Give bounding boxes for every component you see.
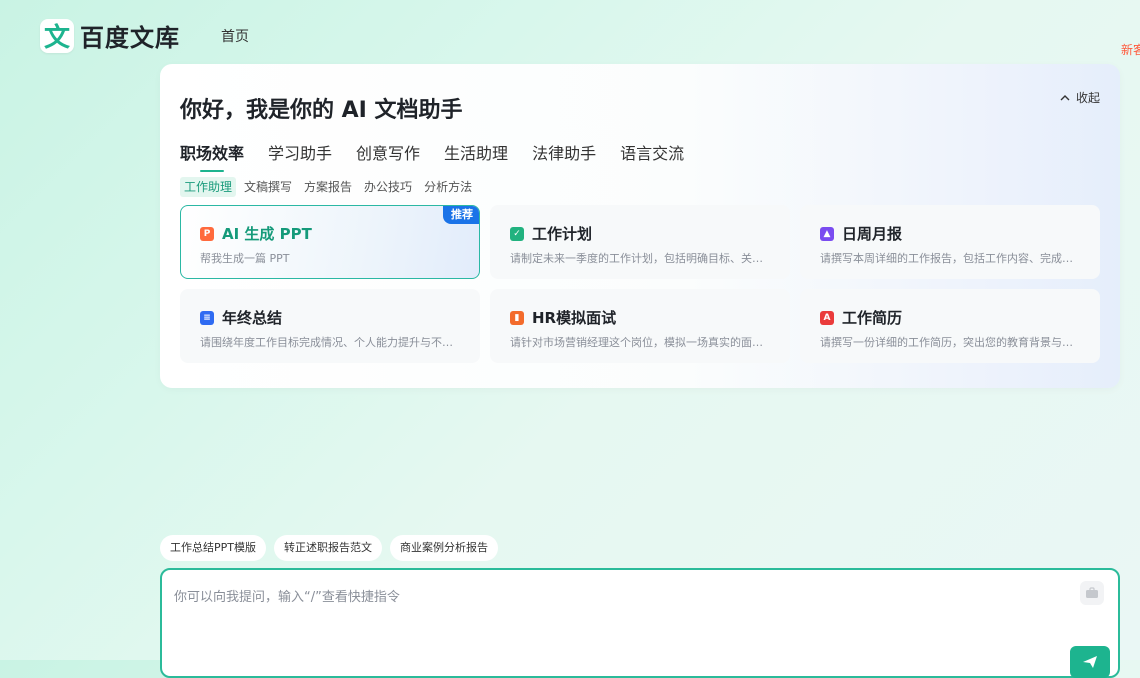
card-resume[interactable]: A 工作简历 请撰写一份详细的工作简历，突出您的教育背景与工作经历 xyxy=(800,289,1100,363)
subtab-writing[interactable]: 文稿撰写 xyxy=(240,177,296,197)
suggestion-chip[interactable]: 商业案例分析报告 xyxy=(390,535,498,561)
report-icon: ▲ xyxy=(820,226,834,241)
send-button[interactable] xyxy=(1070,646,1110,678)
card-desc: 请撰写一份详细的工作简历，突出您的教育背景与工作经历 xyxy=(820,336,1080,349)
card-desc: 请针对市场营销经理这个岗位，模拟一场真实的面试场景 xyxy=(510,336,770,349)
prompt-cards: 推荐 P AI 生成 PPT 帮我生成一篇 PPT ✓ 工作计划 请制定未来一季… xyxy=(180,205,1100,363)
logo[interactable]: 文 百度文库 xyxy=(40,18,180,53)
card-title: HR模拟面试 xyxy=(532,309,617,327)
ppt-icon: P xyxy=(200,226,214,241)
card-ai-ppt[interactable]: 推荐 P AI 生成 PPT 帮我生成一篇 PPT xyxy=(180,205,480,279)
card-work-plan[interactable]: ✓ 工作计划 请制定未来一季度的工作计划，包括明确目标、关键任务与时间节点 xyxy=(490,205,790,279)
subtab-work-assistant[interactable]: 工作助理 xyxy=(180,177,237,197)
interview-chart-icon: ▮ xyxy=(510,310,524,325)
collapse-button[interactable]: 收起 xyxy=(1060,89,1100,106)
category-tabs: 职场效率 学习助手 创意写作 生活助理 法律助手 语言交流 xyxy=(180,140,684,172)
subtab-office-tips[interactable]: 办公技巧 xyxy=(360,177,416,197)
subtab-proposal[interactable]: 方案报告 xyxy=(300,177,356,197)
panel-title: 你好，我是你的 AI 文档助手 xyxy=(180,98,463,123)
prompt-composer xyxy=(160,568,1120,678)
tab-language[interactable]: 语言交流 xyxy=(620,140,684,172)
tab-creative-writing[interactable]: 创意写作 xyxy=(356,140,420,172)
card-hr-interview[interactable]: ▮ HR模拟面试 请针对市场营销经理这个岗位，模拟一场真实的面试场景 xyxy=(490,289,790,363)
briefcase-icon xyxy=(1086,587,1098,598)
suggestion-chip[interactable]: 转正述职报告范文 xyxy=(274,535,382,561)
card-periodic-report[interactable]: ▲ 日周月报 请撰写本周详细的工作报告，包括工作内容、完成情况与下周计划 xyxy=(800,205,1100,279)
chevron-up-icon xyxy=(1060,94,1070,100)
new-user-promo-link[interactable]: 新客 xyxy=(1121,41,1140,58)
card-title: AI 生成 PPT xyxy=(222,225,312,243)
card-desc: 请撰写本周详细的工作报告，包括工作内容、完成情况与下周计划 xyxy=(820,252,1080,265)
suggestion-chips: 工作总结PPT模版 转正述职报告范文 商业案例分析报告 xyxy=(160,535,498,561)
card-desc: 帮我生成一篇 PPT xyxy=(200,252,290,265)
prompt-input[interactable] xyxy=(172,584,1056,648)
subcategory-tabs: 工作助理 文稿撰写 方案报告 办公技巧 分析方法 xyxy=(180,177,476,197)
card-title: 工作简历 xyxy=(842,309,903,327)
attachment-button[interactable] xyxy=(1080,581,1104,605)
tab-workplace[interactable]: 职场效率 xyxy=(180,140,244,172)
logo-mark-icon: 文 xyxy=(40,18,74,53)
collapse-label: 收起 xyxy=(1075,91,1100,105)
subtab-analysis[interactable]: 分析方法 xyxy=(420,177,476,197)
card-desc: 请制定未来一季度的工作计划，包括明确目标、关键任务与时间节点 xyxy=(510,252,770,265)
resume-pdf-icon: A xyxy=(820,310,834,325)
tab-life-assistant[interactable]: 生活助理 xyxy=(444,140,508,172)
logo-text: 百度文库 xyxy=(80,24,180,52)
plan-check-icon: ✓ xyxy=(510,226,524,241)
card-title: 年终总结 xyxy=(222,309,283,327)
tab-legal[interactable]: 法律助手 xyxy=(532,140,596,172)
suggestion-chip[interactable]: 工作总结PPT模版 xyxy=(160,535,266,561)
card-desc: 请围绕年度工作目标完成情况、个人能力提升与不足进行总结 xyxy=(200,336,460,349)
summary-doc-icon: ≡ xyxy=(200,310,214,325)
send-icon xyxy=(1083,656,1097,668)
card-year-end-summary[interactable]: ≡ 年终总结 请围绕年度工作目标完成情况、个人能力提升与不足进行总结 xyxy=(180,289,480,363)
card-title: 工作计划 xyxy=(532,225,593,243)
nav-home-link[interactable]: 首页 xyxy=(221,26,249,46)
tab-study[interactable]: 学习助手 xyxy=(268,140,332,172)
recommend-badge: 推荐 xyxy=(443,206,479,224)
card-title: 日周月报 xyxy=(842,225,903,243)
assistant-panel: 你好，我是你的 AI 文档助手 收起 职场效率 学习助手 创意写作 生活助理 法… xyxy=(160,64,1120,388)
